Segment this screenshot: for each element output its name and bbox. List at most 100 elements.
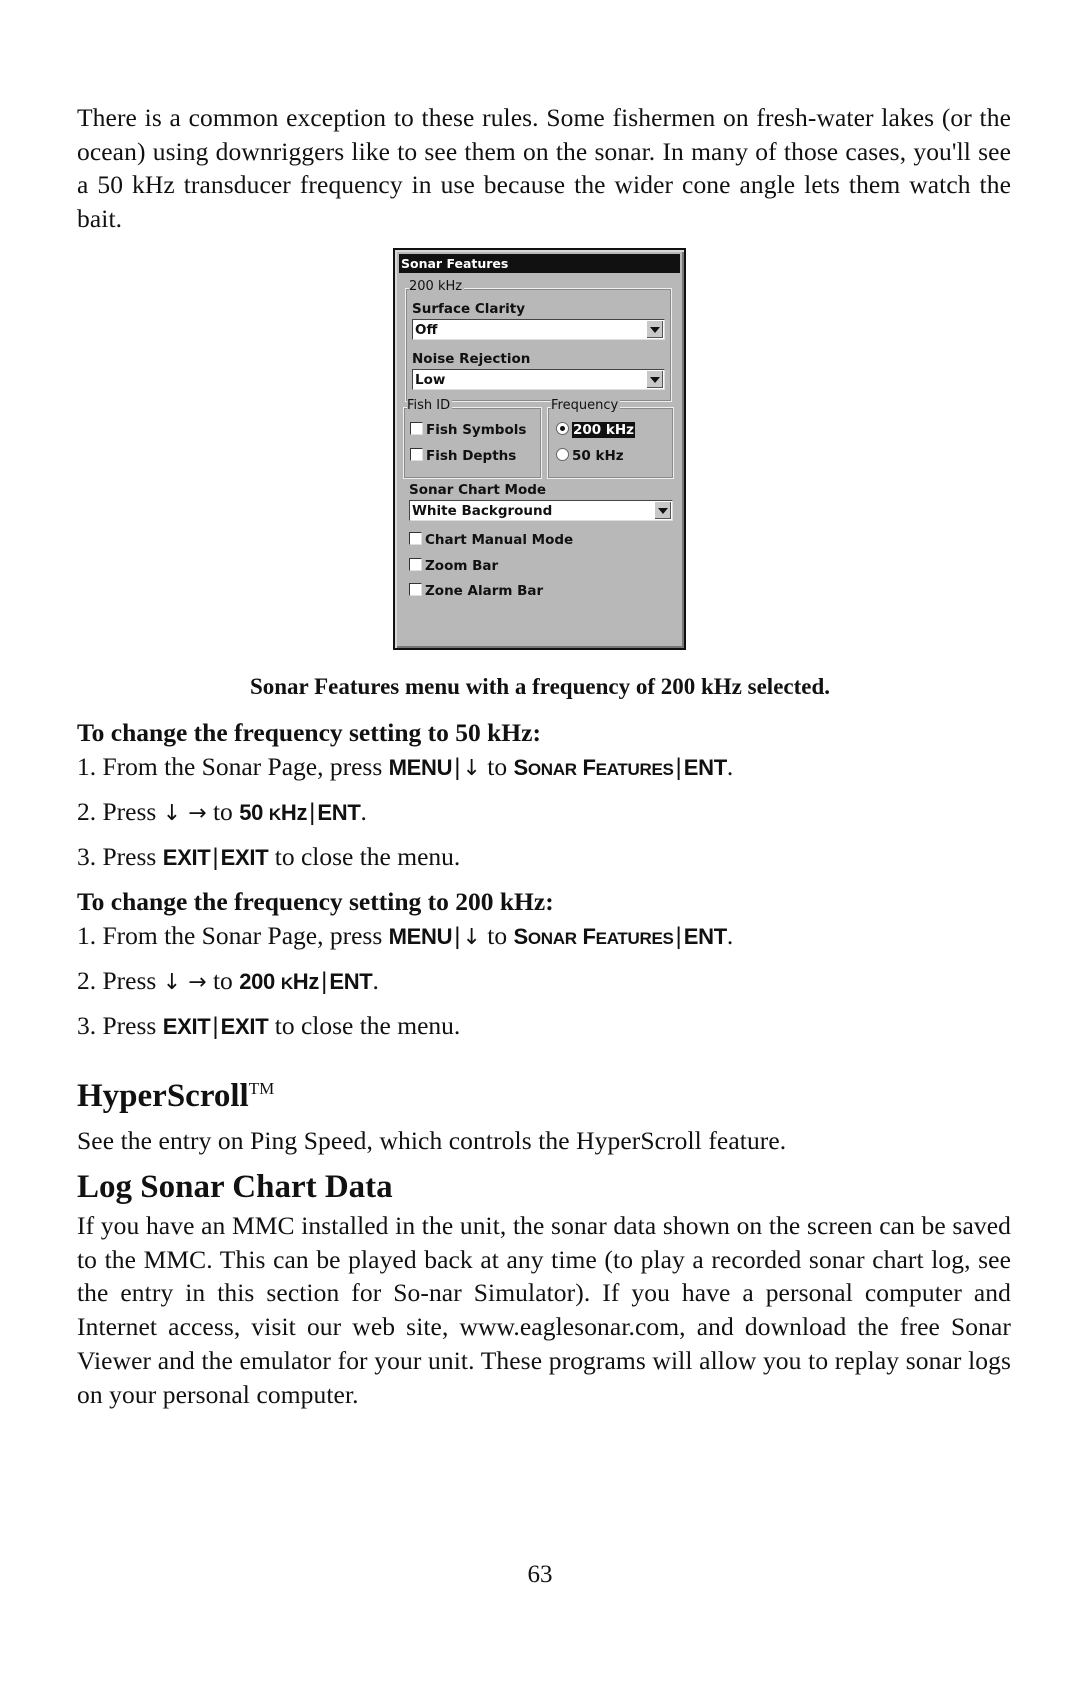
- key-menu: MENU: [388, 924, 453, 949]
- surface-clarity-dropdown[interactable]: Off: [412, 319, 665, 340]
- key-50khz: 50 KHz: [239, 800, 308, 825]
- separator: |: [675, 923, 682, 950]
- surface-clarity-value: Off: [415, 322, 438, 338]
- hyperscroll-heading: HyperScrollTM: [77, 1069, 274, 1116]
- step-number: 3.: [77, 1011, 97, 1040]
- noise-rejection-value: Low: [415, 372, 446, 388]
- step-number: 1.: [77, 921, 97, 950]
- period: .: [372, 966, 379, 995]
- procedure-heading-50khz: To change the frequency setting to 50 kH…: [77, 718, 541, 747]
- key-sonar-features: SONAR FEATURES: [513, 755, 674, 780]
- log-sonar-heading: Log Sonar Chart Data: [77, 1169, 393, 1205]
- checkbox-icon[interactable]: [409, 558, 422, 571]
- period: .: [726, 752, 734, 781]
- checkbox-icon[interactable]: [410, 448, 423, 461]
- step-text: Press: [102, 966, 157, 995]
- noise-rejection-label: Noise Rejection: [412, 351, 531, 367]
- fish-depths-label: Fish Depths: [426, 448, 517, 464]
- radio-50khz-label: 50 kHz: [572, 448, 624, 464]
- radio-icon[interactable]: [556, 448, 569, 461]
- radio-200khz-label: 200 kHz: [572, 422, 636, 438]
- separator: |: [454, 923, 461, 950]
- chevron-down-icon[interactable]: [647, 321, 663, 338]
- procedure-50khz-step-3: 3. Press EXIT|EXIT to close the menu.: [77, 841, 460, 874]
- arrow-down-icon: ↓: [462, 925, 481, 950]
- step-text: to: [212, 797, 233, 826]
- checkbox-icon[interactable]: [410, 422, 423, 435]
- step-text: to: [487, 921, 508, 950]
- figure-caption: Sonar Features menu with a frequency of …: [249, 674, 831, 699]
- step-text: From the Sonar Page, press: [102, 921, 383, 950]
- step-text: to close the menu.: [274, 1011, 461, 1040]
- separator: |: [454, 754, 461, 781]
- step-text: From the Sonar Page, press: [102, 752, 383, 781]
- group-200khz: 200 kHz Surface Clarity Off Noise Reject…: [405, 279, 672, 402]
- zone-alarm-bar-label: Zone Alarm Bar: [425, 583, 544, 599]
- procedure-50khz-step-1: 1. From the Sonar Page, press MENU|↓ to …: [77, 751, 733, 786]
- separator: |: [675, 754, 682, 781]
- group-fish-id: Fish ID Fish Symbols Fish Depths: [403, 398, 542, 479]
- separator: |: [212, 1013, 219, 1040]
- period: .: [726, 921, 734, 950]
- key-ent: ENT: [317, 800, 361, 825]
- radio-50khz[interactable]: 50 kHz: [556, 448, 624, 464]
- zoom-bar-label: Zoom Bar: [425, 558, 499, 574]
- step-text: Press: [102, 1011, 157, 1040]
- key-sonar-features: SONAR FEATURES: [513, 924, 674, 949]
- step-text: Press: [102, 797, 157, 826]
- procedure-200khz-step-3: 3. Press EXIT|EXIT to close the menu.: [77, 1010, 460, 1043]
- period: .: [360, 797, 367, 826]
- procedure-200khz-step-1: 1. From the Sonar Page, press MENU|↓ to …: [77, 920, 733, 955]
- sonar-chart-mode-value: White Background: [412, 503, 553, 519]
- checkbox-icon[interactable]: [409, 532, 422, 545]
- arrow-down-icon: ↓: [462, 756, 481, 781]
- sonar-chart-mode-dropdown[interactable]: White Background: [409, 500, 673, 521]
- checkbox-icon[interactable]: [409, 583, 422, 596]
- chart-manual-mode-label: Chart Manual Mode: [425, 532, 574, 548]
- trademark-symbol: TM: [248, 1079, 275, 1098]
- procedure-50khz-step-2: 2. Press ↓ → to 50 KHz|ENT.: [77, 796, 367, 831]
- chart-manual-mode-checkbox[interactable]: Chart Manual Mode: [409, 532, 573, 548]
- sonar-features-dialog: Sonar Features 200 kHz Surface Clarity O…: [393, 248, 686, 650]
- procedure-heading-200khz: To change the frequency setting to 200 k…: [77, 887, 554, 916]
- key-200khz: 200 KHz: [239, 969, 320, 994]
- separator: |: [309, 799, 316, 826]
- key-ent: ENT: [329, 969, 373, 994]
- step-number: 1.: [77, 752, 97, 781]
- key-exit: EXIT: [162, 845, 211, 870]
- log-sonar-body: If you have an MMC installed in the unit…: [77, 1211, 1011, 1409]
- frequency-label: Frequency: [551, 398, 621, 414]
- fish-symbols-label: Fish Symbols: [426, 422, 527, 438]
- step-text: Press: [102, 842, 157, 871]
- fish-symbols-checkbox[interactable]: Fish Symbols: [410, 422, 526, 438]
- radio-selected-icon[interactable]: [556, 422, 569, 435]
- group-200khz-label: 200 kHz: [409, 279, 465, 295]
- group-frequency: Frequency 200 kHz 50 kHz: [547, 398, 674, 479]
- chevron-down-icon[interactable]: [655, 502, 671, 519]
- step-number: 2.: [77, 797, 97, 826]
- radio-200khz[interactable]: 200 kHz: [556, 422, 636, 438]
- procedure-200khz-step-2: 2. Press ↓ → to 200 KHz|ENT.: [77, 965, 379, 1000]
- step-text: to: [212, 966, 233, 995]
- separator: |: [321, 968, 328, 995]
- dialog-title: Sonar Features: [399, 254, 680, 273]
- key-exit: EXIT: [162, 1014, 211, 1039]
- zone-alarm-bar-checkbox[interactable]: Zone Alarm Bar: [409, 583, 543, 599]
- noise-rejection-dropdown[interactable]: Low: [412, 369, 665, 390]
- hyperscroll-heading-text: HyperScroll: [77, 1078, 249, 1114]
- step-number: 3.: [77, 842, 97, 871]
- page-number: 63: [527, 1561, 553, 1588]
- hyperscroll-body: See the entry on Ping Speed, which contr…: [77, 1126, 787, 1155]
- key-ent: ENT: [683, 755, 727, 780]
- arrow-down-right-icon: ↓ →: [162, 801, 207, 826]
- intro-paragraph: There is a common exception to these rul…: [77, 103, 1011, 234]
- key-ent: ENT: [683, 924, 727, 949]
- fish-depths-checkbox[interactable]: Fish Depths: [410, 448, 516, 464]
- zoom-bar-checkbox[interactable]: Zoom Bar: [409, 558, 498, 574]
- separator: |: [212, 844, 219, 871]
- step-number: 2.: [77, 966, 97, 995]
- surface-clarity-label: Surface Clarity: [412, 301, 526, 317]
- chevron-down-icon[interactable]: [647, 371, 663, 388]
- step-text: to close the menu.: [274, 842, 461, 871]
- key-exit: EXIT: [220, 1014, 269, 1039]
